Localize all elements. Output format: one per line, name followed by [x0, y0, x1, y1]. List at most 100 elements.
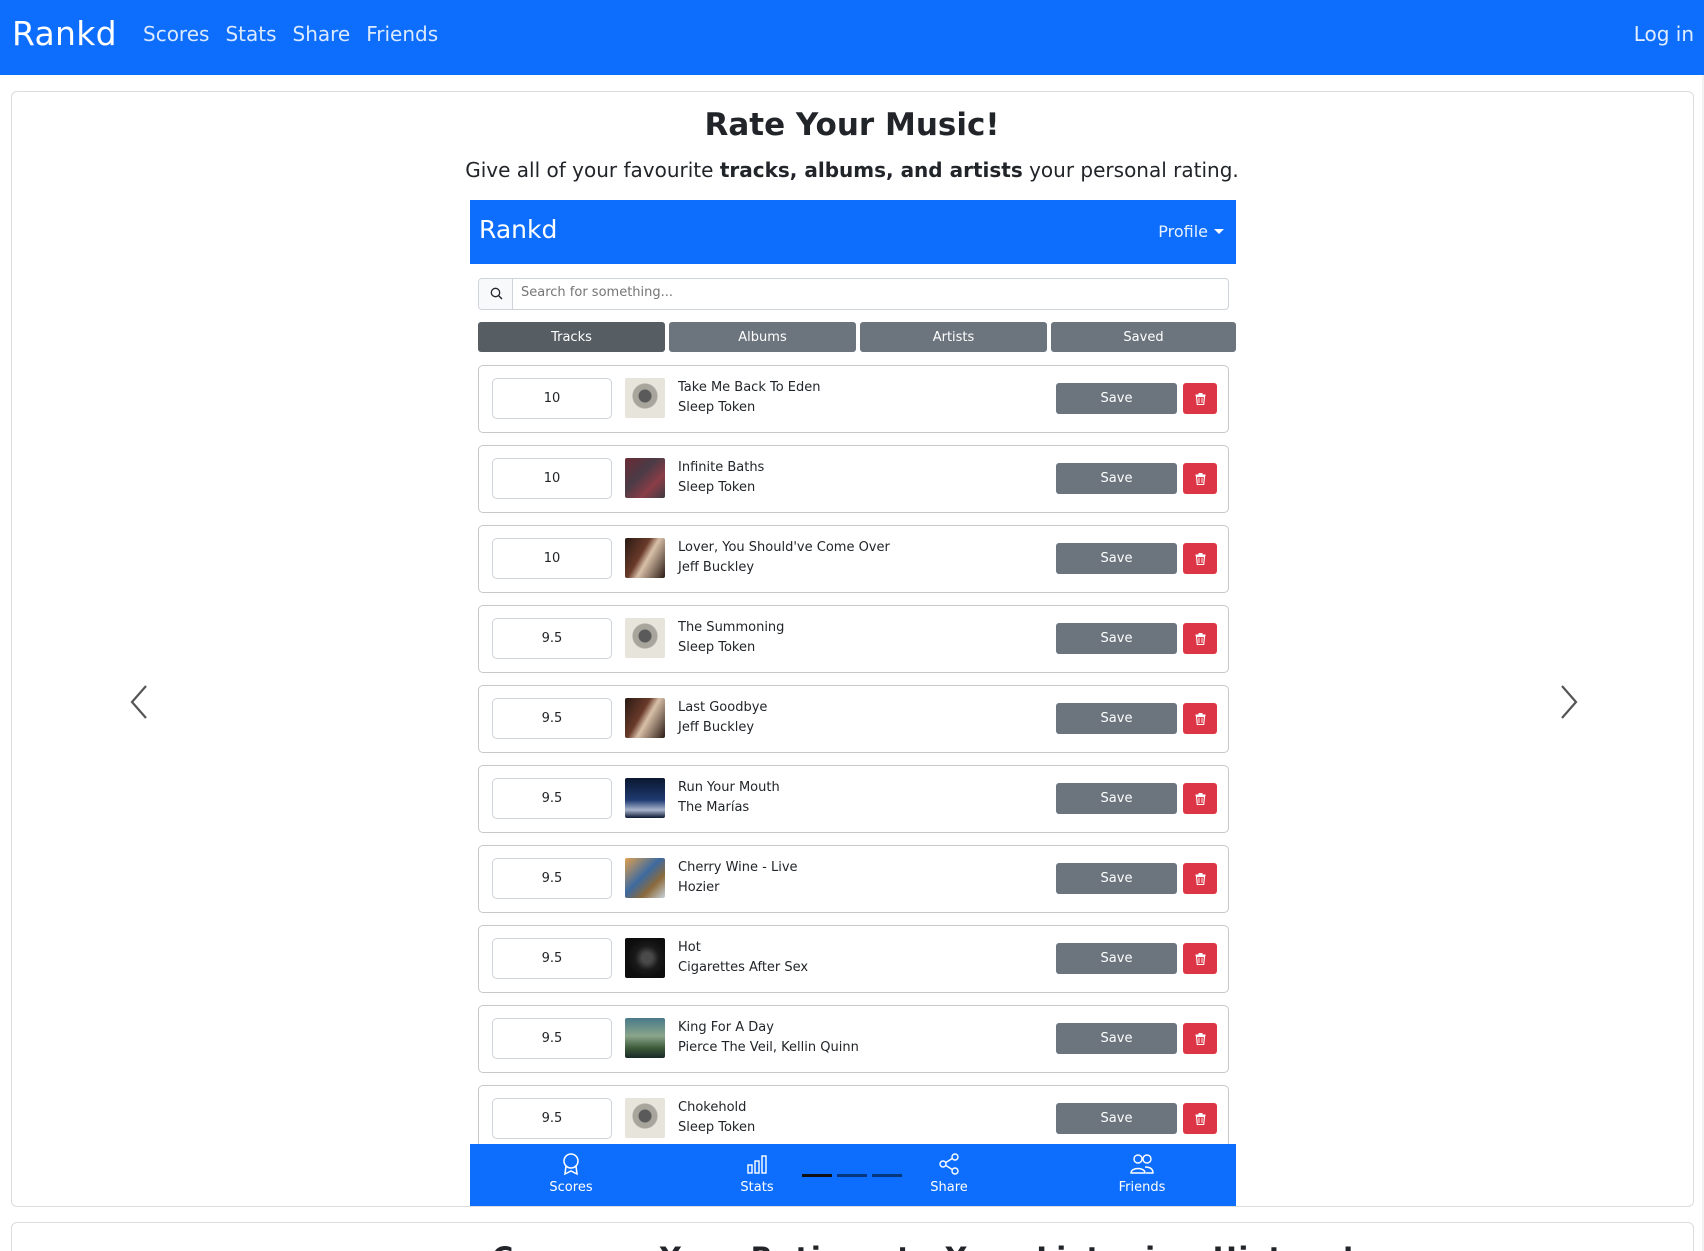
track-artist: Jeff Buckley [678, 560, 755, 575]
delete-button[interactable] [1183, 1023, 1217, 1054]
track-artist: Jeff Buckley [678, 720, 755, 735]
save-button[interactable]: Save [1056, 943, 1177, 974]
track-row: 9.5 Last Goodbye Jeff Buckley Save [478, 685, 1229, 753]
save-button[interactable]: Save [1056, 863, 1177, 894]
delete-button[interactable] [1183, 1103, 1217, 1134]
delete-button[interactable] [1183, 703, 1217, 734]
track-title: Cherry Wine - Live [678, 860, 798, 875]
album-art [625, 458, 665, 498]
score-input[interactable]: 9.5 [492, 698, 612, 739]
save-button[interactable]: Save [1056, 1103, 1177, 1134]
tab-albums[interactable]: Albums [669, 322, 856, 352]
score-input[interactable]: 9.5 [492, 938, 612, 979]
delete-button[interactable] [1183, 943, 1217, 974]
track-row: 9.5 King For A Day Pierce The Veil, Kellin… [478, 1005, 1229, 1073]
track-artist: Sleep Token [678, 400, 756, 415]
nav-link-scores[interactable]: Scores [143, 22, 209, 46]
score-input[interactable]: 10 [492, 378, 612, 419]
track-row: 10 Take Me Back To Eden Sleep Token Save [478, 365, 1229, 433]
trash-icon [1195, 392, 1205, 405]
bar-chart-icon [747, 1155, 767, 1174]
track-artist: Sleep Token [678, 480, 756, 495]
nav-link-stats[interactable]: Stats [225, 22, 276, 46]
track-title: Lover, You Should've Come Over [678, 540, 890, 555]
delete-button[interactable] [1183, 383, 1217, 414]
bottom-nav-friends[interactable]: Friends [1082, 1152, 1202, 1195]
nav-link-friends[interactable]: Friends [366, 22, 438, 46]
score-input[interactable]: 9.5 [492, 1018, 612, 1059]
save-button[interactable]: Save [1056, 783, 1177, 814]
nav-link-share[interactable]: Share [293, 22, 351, 46]
score-input[interactable]: 9.5 [492, 1098, 612, 1139]
save-button[interactable]: Save [1056, 1023, 1177, 1054]
bottom-nav-share[interactable]: Share [889, 1152, 1009, 1195]
save-button[interactable]: Save [1056, 463, 1177, 494]
trash-icon [1195, 552, 1205, 565]
album-art [625, 1098, 665, 1138]
save-button[interactable]: Save [1056, 383, 1177, 414]
track-row: 9.5 Chokehold Sleep Token Save [478, 1085, 1229, 1153]
compare-section-title: Compare Your Ratings to Your Listening H… [492, 1241, 1356, 1251]
app-navbar: Rankd Profile [470, 200, 1236, 264]
nav-links: Scores Stats Share Friends [143, 22, 438, 46]
bottom-nav-label: Scores [549, 1180, 593, 1195]
carousel-next-icon[interactable] [1554, 682, 1582, 722]
delete-button[interactable] [1183, 783, 1217, 814]
app-brand[interactable]: Rankd [479, 215, 557, 244]
hero-subtitle-text-end: your personal rating. [1022, 158, 1239, 182]
search-input[interactable] [521, 285, 1211, 300]
app-preview: Rankd Profile Tracks Albums Artists Save… [470, 200, 1236, 1206]
login-link[interactable]: Log in [1634, 22, 1694, 46]
trash-icon [1195, 712, 1205, 725]
score-input[interactable]: 9.5 [492, 858, 612, 899]
track-artist: Pierce The Veil, Kellin Quinn [678, 1040, 859, 1055]
bottom-nav-label: Stats [740, 1180, 774, 1195]
delete-button[interactable] [1183, 543, 1217, 574]
tab-tracks[interactable]: Tracks [478, 322, 665, 352]
track-title: Chokehold [678, 1100, 747, 1115]
trash-icon [1195, 1032, 1205, 1045]
bottom-nav-label: Share [930, 1180, 968, 1195]
carousel-indicator[interactable] [802, 1174, 832, 1177]
hero-title: Rate Your Music! [704, 107, 1000, 143]
save-button[interactable]: Save [1056, 703, 1177, 734]
trash-icon [1195, 872, 1205, 885]
brand-logo[interactable]: Rankd [12, 14, 117, 53]
track-artist: Hozier [678, 880, 720, 895]
album-art [625, 698, 665, 738]
album-art [625, 1018, 665, 1058]
share-icon [939, 1153, 959, 1175]
tab-artists[interactable]: Artists [860, 322, 1047, 352]
album-art [625, 778, 665, 818]
profile-dropdown[interactable]: Profile [1158, 222, 1224, 241]
carousel-indicator[interactable] [837, 1174, 867, 1177]
track-title: Take Me Back To Eden [678, 380, 821, 395]
tab-bar: Tracks Albums Artists Saved [478, 322, 1236, 352]
bottom-nav-scores[interactable]: Scores [511, 1152, 631, 1195]
track-artist: Cigarettes After Sex [678, 960, 809, 975]
bottom-nav-stats[interactable]: Stats [697, 1152, 817, 1195]
score-input[interactable]: 9.5 [492, 778, 612, 819]
search-bar [478, 278, 1229, 310]
carousel-indicators [802, 1174, 902, 1177]
track-row: 9.5 Run Your Mouth The Marías Save [478, 765, 1229, 833]
score-input[interactable]: 10 [492, 458, 612, 499]
save-button[interactable]: Save [1056, 543, 1177, 574]
track-row: 10 Infinite Baths Sleep Token Save [478, 445, 1229, 513]
save-button[interactable]: Save [1056, 623, 1177, 654]
track-title: Infinite Baths [678, 460, 765, 475]
app-bottom-nav: Scores Stats Share Friends [470, 1144, 1236, 1206]
album-art [625, 938, 665, 978]
hero-subtitle: Give all of your favourite tracks, album… [0, 158, 1704, 182]
delete-button[interactable] [1183, 863, 1217, 894]
tab-saved[interactable]: Saved [1051, 322, 1236, 352]
carousel-prev-icon[interactable] [126, 682, 154, 722]
score-input[interactable]: 10 [492, 538, 612, 579]
trash-icon [1195, 952, 1205, 965]
delete-button[interactable] [1183, 623, 1217, 654]
delete-button[interactable] [1183, 463, 1217, 494]
track-title: Run Your Mouth [678, 780, 780, 795]
track-row: 9.5 Cherry Wine - Live Hozier Save [478, 845, 1229, 913]
track-title: The Summoning [678, 620, 785, 635]
score-input[interactable]: 9.5 [492, 618, 612, 659]
